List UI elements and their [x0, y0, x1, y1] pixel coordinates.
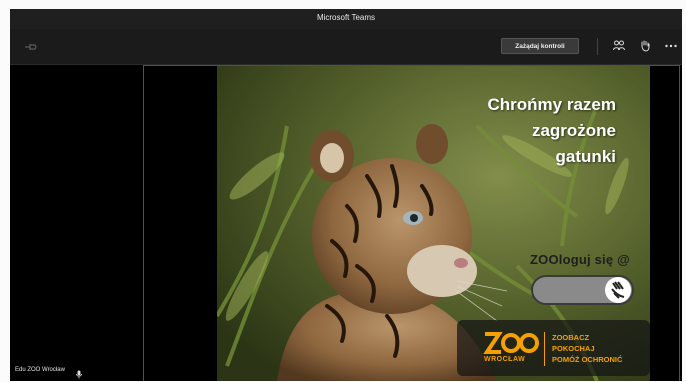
request-control-button[interactable]: Zażądaj kontroli — [501, 38, 579, 54]
more-options-icon[interactable] — [664, 39, 678, 58]
logo-slogan-line: ZOOBACZ — [552, 333, 590, 342]
presenter-name: Edu ZOO Wrocław — [15, 367, 65, 373]
presentation-slide: Chrońmy razem zagrożone gatunki ZOOloguj… — [217, 66, 650, 381]
pin-icon[interactable] — [24, 40, 38, 58]
logo-slogan-line: POKOCHAJ — [552, 344, 595, 353]
slide-title-line: gatunki — [555, 147, 616, 166]
toolbar-divider — [597, 38, 598, 55]
raise-hand-icon[interactable] — [638, 39, 652, 58]
meeting-toolbar: Zażądaj kontroli — [10, 29, 682, 65]
logo-divider — [544, 332, 545, 366]
window-title: Microsoft Teams — [316, 13, 376, 22]
slide-title-line: zagrożone — [531, 121, 616, 140]
microphone-icon — [76, 366, 82, 381]
zebra-icon — [605, 277, 631, 303]
title-bar: Microsoft Teams — [10, 9, 682, 29]
slide-title-line: Chrońmy razem — [487, 95, 616, 114]
zoo-wroclaw-logo: WROCŁAW ZOOBACZ POKOCHAJ POMÓŻ OCHRONIĆ — [457, 320, 650, 376]
toggle-graphic — [531, 275, 634, 305]
people-icon[interactable] — [612, 39, 626, 58]
logo-slogan: ZOOBACZ POKOCHAJ POMÓŻ OCHRONIĆ — [552, 332, 622, 365]
logo-wroclaw-text: WROCŁAW — [484, 356, 526, 363]
zoologuj-text: ZOOloguj się @ — [530, 252, 630, 267]
slide-title: Chrońmy razem zagrożone gatunki — [488, 92, 616, 170]
logo-slogan-line: POMÓŻ OCHRONIĆ — [552, 355, 623, 364]
teams-window: Microsoft Teams Zażądaj kontroli Chrońmy… — [10, 9, 682, 381]
